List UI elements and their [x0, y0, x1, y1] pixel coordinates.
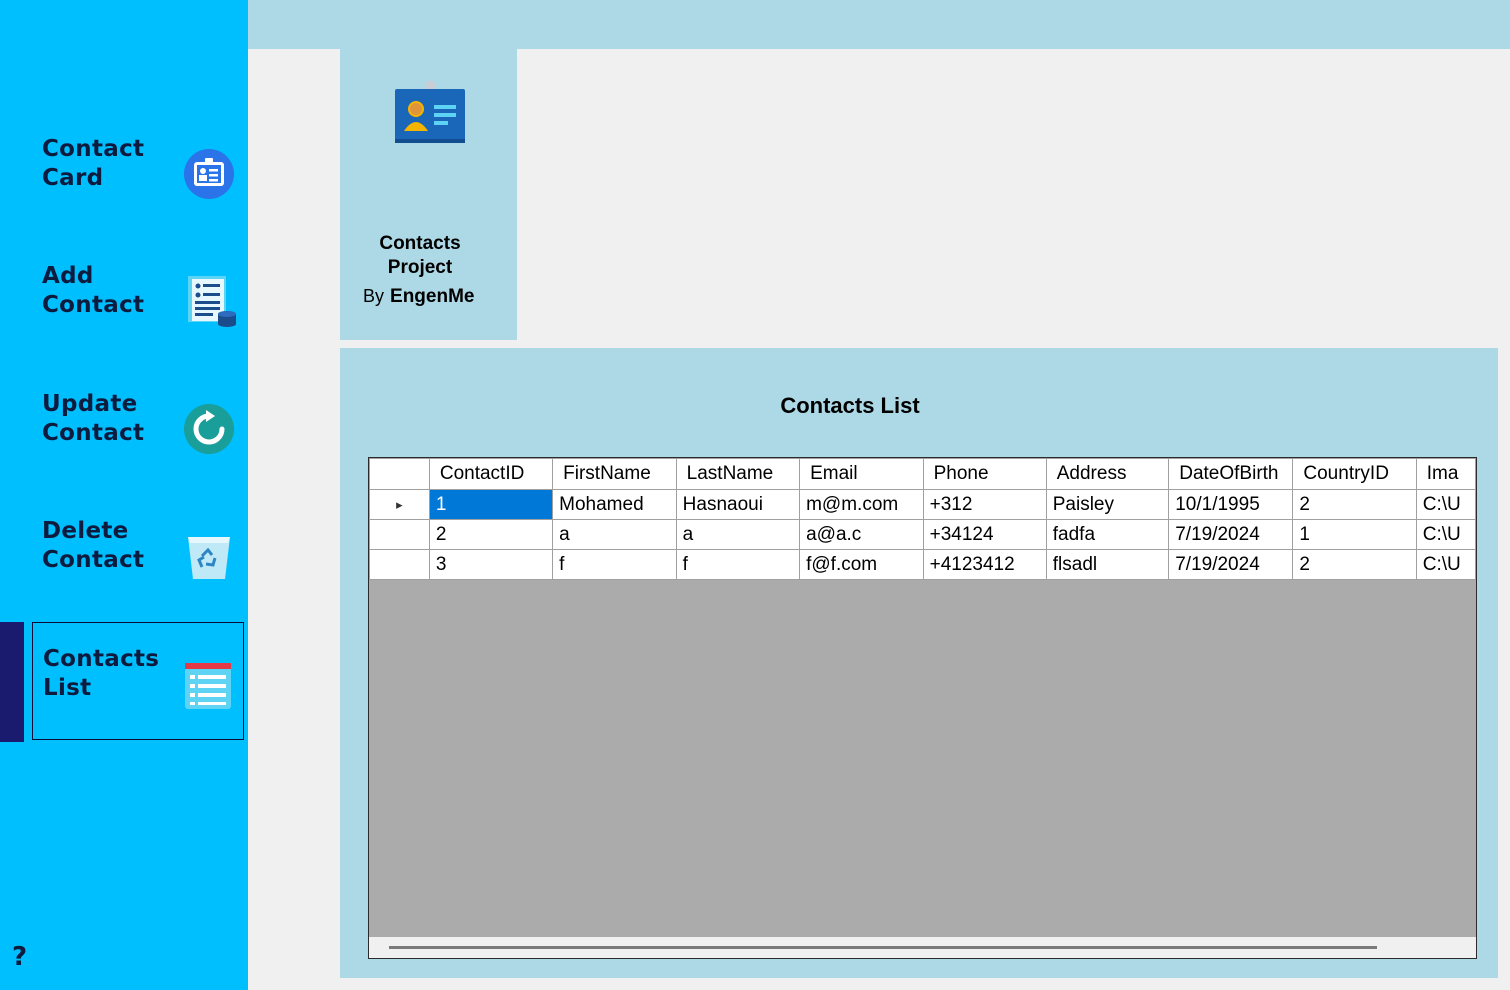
table-cell[interactable]: +312 — [922, 489, 1047, 520]
contacts-list-panel: Contacts List ContactID FirstName LastNa… — [340, 348, 1498, 978]
table-cell[interactable]: m@m.com — [799, 489, 924, 520]
nav-add-contact-label-line1: Add — [42, 263, 94, 289]
sidebar: Contact Card Add Contact Update Contact … — [0, 0, 248, 990]
current-row-indicator[interactable]: ▸ — [369, 489, 430, 520]
column-header[interactable]: Address — [1045, 458, 1170, 490]
help-button[interactable]: ? — [12, 942, 27, 972]
table-cell[interactable]: 1 — [428, 489, 554, 520]
nav-contact-card-label: Contact Card — [42, 135, 162, 193]
table-cell[interactable]: Hasnaoui — [675, 489, 801, 520]
nav-contact-card[interactable]: Contact Card — [32, 113, 244, 231]
row-header[interactable] — [369, 519, 430, 550]
project-author: By EngenMe — [363, 286, 474, 308]
column-header[interactable]: DateOfBirth — [1168, 458, 1294, 490]
refresh-icon — [184, 404, 234, 454]
table-cell[interactable]: a — [675, 519, 801, 550]
table-cell[interactable]: a@a.c — [799, 519, 924, 550]
column-header[interactable]: Phone — [922, 458, 1047, 490]
column-header[interactable]: LastName — [675, 458, 801, 490]
table-row[interactable]: 2 a a a@a.c +34124 fadfa 7/19/2024 1 C:\… — [369, 519, 1476, 550]
table-cell[interactable]: f — [675, 549, 801, 580]
nav-contacts-list-label-line1: Contacts — [43, 646, 160, 672]
nav-update-contact[interactable]: Update Contact — [32, 368, 244, 486]
table-cell[interactable]: 7/19/2024 — [1168, 519, 1294, 550]
project-title: Contacts Project — [340, 232, 500, 280]
column-header[interactable]: Email — [799, 458, 924, 490]
nav-delete-contact-label-line2: Contact — [42, 547, 145, 573]
contacts-table: ContactID FirstName LastName Email Phone… — [369, 458, 1476, 580]
nav-update-contact-label: Update Contact — [42, 390, 162, 448]
nav-contacts-list-label-line2: List — [43, 675, 92, 701]
table-cell[interactable]: +34124 — [922, 519, 1047, 550]
nav-contact-card-label-line2: Card — [42, 165, 104, 191]
table-cell[interactable]: C:\U — [1415, 519, 1476, 550]
nav-contact-card-label-line1: Contact — [42, 136, 145, 162]
project-title-line2: Project — [387, 257, 453, 278]
row-header-corner[interactable] — [369, 458, 430, 490]
column-header[interactable]: CountryID — [1292, 458, 1417, 490]
table-cell[interactable]: fadfa — [1045, 519, 1170, 550]
horizontal-scrollbar[interactable] — [369, 937, 1476, 958]
table-cell[interactable]: 2 — [428, 519, 554, 550]
table-cell[interactable]: 10/1/1995 — [1168, 489, 1294, 520]
nav-add-contact-label: Add Contact — [42, 262, 162, 320]
table-cell[interactable]: +4123412 — [922, 549, 1047, 580]
column-header[interactable]: FirstName — [552, 458, 677, 490]
nav-update-contact-label-line2: Contact — [42, 420, 145, 446]
column-header[interactable]: ContactID — [428, 458, 554, 490]
header-row: ContactID FirstName LastName Email Phone… — [369, 458, 1476, 490]
recycle-bin-icon — [188, 537, 230, 579]
by-label: By — [363, 286, 385, 306]
nav-delete-contact-label: Delete Contact — [42, 517, 162, 575]
column-header[interactable]: Ima — [1415, 458, 1476, 490]
nav-update-contact-label-line1: Update — [42, 391, 138, 417]
row-header[interactable] — [369, 549, 430, 580]
table-cell[interactable]: f@f.com — [799, 549, 924, 580]
table-cell[interactable]: Mohamed — [552, 489, 677, 520]
list-icon — [185, 663, 231, 709]
top-bar — [248, 0, 1510, 49]
nav-add-contact[interactable]: Add Contact — [32, 240, 244, 358]
table-cell[interactable]: 3 — [428, 549, 554, 580]
nav-delete-contact-label-line1: Delete — [42, 518, 129, 544]
contacts-grid[interactable]: ContactID FirstName LastName Email Phone… — [368, 457, 1477, 959]
author-name: EngenMe — [390, 286, 475, 307]
contacts-list-title: Contacts List — [780, 393, 920, 418]
table-cell[interactable]: 2 — [1292, 489, 1417, 520]
table-cell[interactable]: 7/19/2024 — [1168, 549, 1294, 580]
id-badge-icon — [395, 81, 465, 143]
table-cell[interactable]: 2 — [1292, 549, 1417, 580]
table-cell[interactable]: f — [552, 549, 677, 580]
table-cell[interactable]: flsadl — [1045, 549, 1170, 580]
project-title-line1: Contacts — [379, 233, 461, 254]
table-row[interactable]: 3 f f f@f.com +4123412 flsadl 7/19/2024 … — [369, 549, 1476, 580]
active-indicator — [0, 622, 24, 742]
nav-delete-contact[interactable]: Delete Contact — [32, 495, 244, 613]
add-contact-icon — [188, 276, 236, 327]
project-info-card: Contacts Project By EngenMe — [340, 49, 517, 340]
nav-add-contact-label-line2: Contact — [42, 292, 145, 318]
scrollbar-thumb[interactable] — [389, 946, 1377, 949]
table-row[interactable]: ▸ 1 Mohamed Hasnaoui m@m.com +312 Paisle… — [369, 489, 1476, 520]
table-cell[interactable]: Paisley — [1045, 489, 1170, 520]
table-cell[interactable]: 1 — [1292, 519, 1417, 550]
contact-card-icon — [184, 149, 234, 199]
table-cell[interactable]: a — [552, 519, 677, 550]
table-cell[interactable]: C:\U — [1415, 549, 1476, 580]
nav-contacts-list[interactable]: Contacts List — [32, 622, 244, 740]
nav-contacts-list-label: Contacts List — [43, 645, 163, 703]
table-cell[interactable]: C:\U — [1415, 489, 1476, 520]
